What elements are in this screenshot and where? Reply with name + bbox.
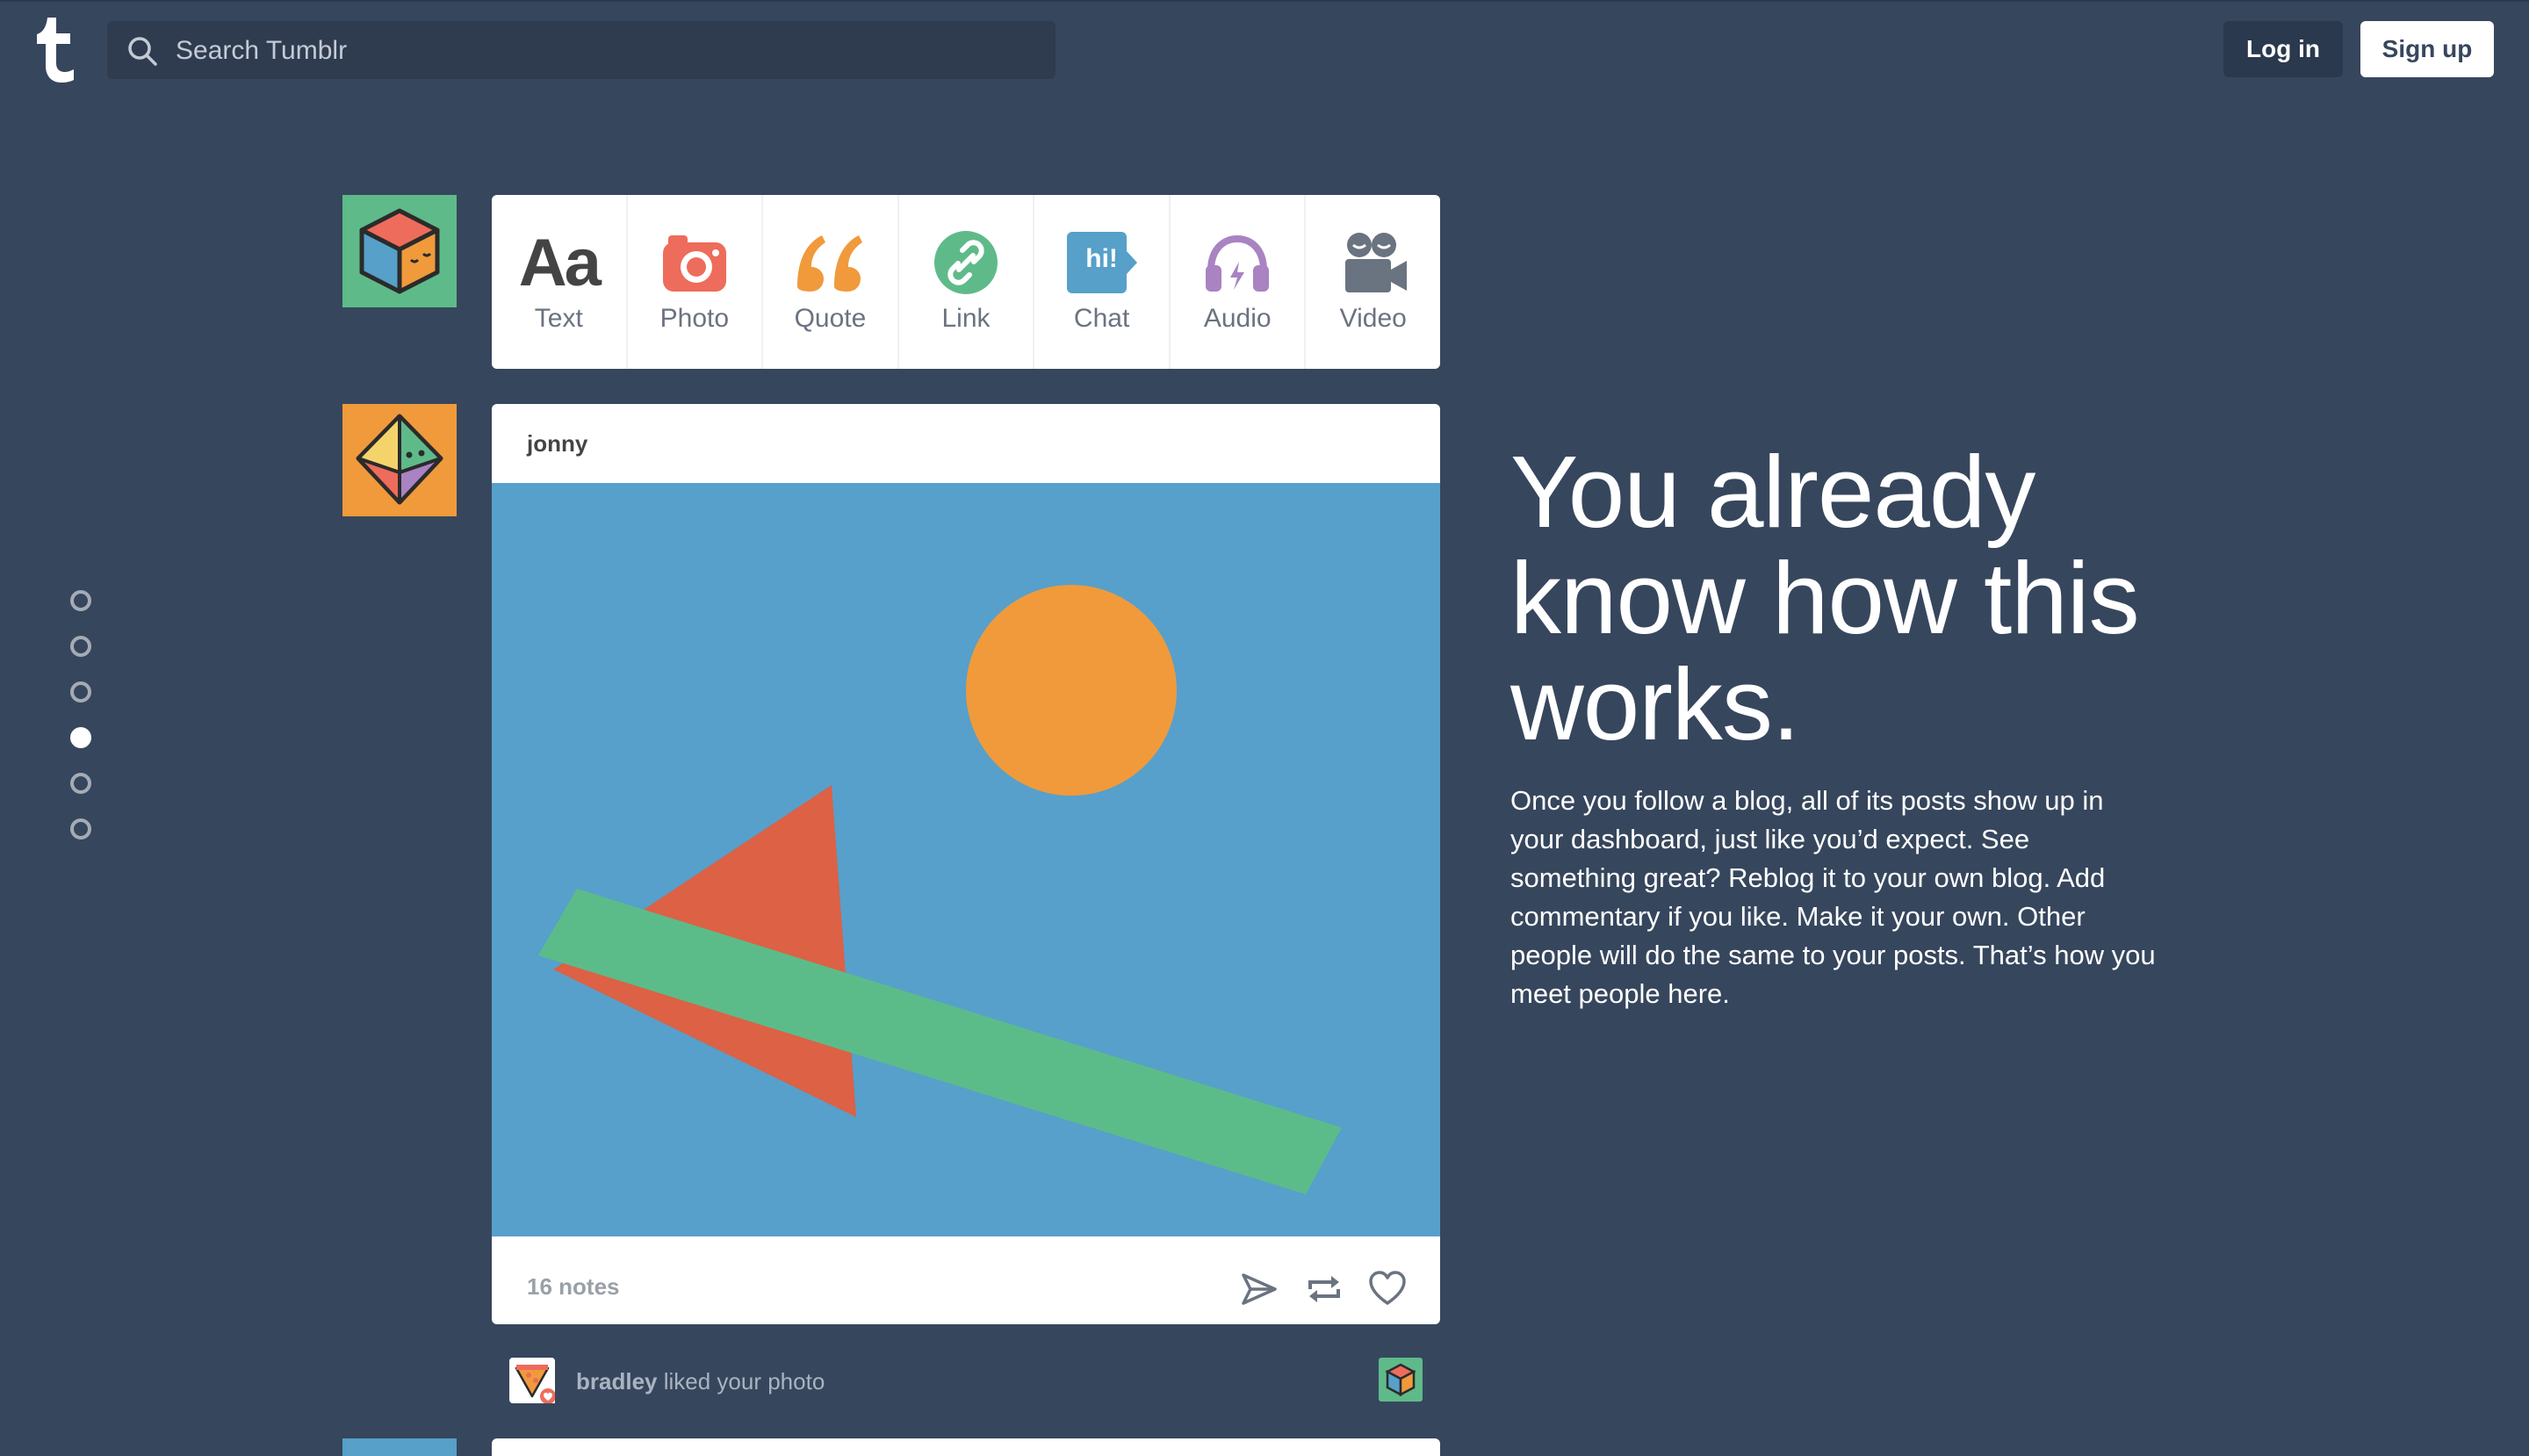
text-aa-icon: Aa (518, 225, 602, 300)
cube-avatar-icon (359, 208, 440, 294)
headphones-icon (1206, 234, 1270, 292)
compose-text-label: Text (534, 304, 583, 333)
compose-quote-label: Quote (794, 304, 867, 333)
cube-thumbnail-icon (1385, 1363, 1416, 1397)
like-heart-icon[interactable] (1368, 1270, 1407, 1308)
next-post-card (492, 1438, 1440, 1456)
compose-photo-button[interactable]: Photo (628, 195, 764, 369)
pager-dot-2[interactable] (70, 636, 91, 657)
compose-audio-button[interactable]: Audio (1171, 195, 1307, 369)
post-author-avatar[interactable] (342, 404, 457, 516)
hero-headline: You already know how this works. (1510, 435, 2140, 761)
share-icon[interactable] (1240, 1270, 1279, 1308)
login-button[interactable]: Log in (2223, 21, 2343, 77)
search-input[interactable] (174, 21, 1038, 81)
compose-video-button[interactable]: Video (1306, 195, 1440, 369)
chat-bubble-text: hi! (1085, 244, 1118, 273)
activity-text: bradley liked your photo (576, 1368, 825, 1395)
pager-dot-6[interactable] (70, 818, 91, 840)
activity-post-thumbnail[interactable] (1379, 1358, 1423, 1402)
post-notes-count[interactable]: 16 notes (527, 1273, 620, 1301)
compose-chat-label: Chat (1073, 304, 1130, 333)
pager-dot-1[interactable] (70, 590, 91, 611)
compose-audio-label: Audio (1203, 304, 1272, 333)
tumblr-logo-icon[interactable] (35, 18, 79, 83)
compose-video-label: Video (1339, 304, 1407, 333)
compose-link-button[interactable]: Link (899, 195, 1035, 369)
compose-text-button[interactable]: Aa Text (492, 195, 628, 369)
activity-username[interactable]: bradley (576, 1368, 658, 1395)
compose-photo-label: Photo (659, 304, 730, 333)
hero-body: Once you follow a blog, all of its posts… (1510, 785, 2156, 1009)
search-bar[interactable] (107, 21, 1056, 81)
link-icon (934, 231, 998, 294)
search-icon (128, 37, 157, 66)
pager-dot-4[interactable] (70, 727, 91, 748)
video-camera-icon (1344, 233, 1407, 292)
post-photo[interactable] (492, 483, 1440, 1236)
pizza-avatar-icon (515, 1365, 558, 1406)
post-author-name[interactable]: jonny (527, 430, 587, 458)
post-card: jonny 16 notes (492, 404, 1440, 1324)
compose-quote-button[interactable]: Quote (763, 195, 899, 369)
compose-link-label: Link (941, 304, 991, 333)
pager-dot-3[interactable] (70, 681, 91, 703)
next-post-avatar[interactable] (342, 1438, 457, 1456)
activity-avatar[interactable] (509, 1358, 558, 1406)
camera-icon (662, 235, 726, 292)
pager-dot-5[interactable] (70, 773, 91, 794)
activity-notification: bradley liked your photo (492, 1352, 1440, 1414)
signup-button[interactable]: Sign up (2360, 21, 2494, 77)
user-avatar[interactable] (342, 195, 457, 307)
reblog-icon[interactable] (1305, 1270, 1344, 1308)
compose-chat-button[interactable]: hi! Chat (1034, 195, 1171, 369)
post-type-composer: Aa Text Photo Quote Link hi! Chat Audio … (492, 195, 1440, 369)
octahedron-avatar-icon (356, 414, 443, 505)
activity-action: liked your photo (657, 1368, 825, 1395)
top-bar: Log in Sign up (0, 0, 2529, 97)
quote-icon (797, 235, 863, 292)
